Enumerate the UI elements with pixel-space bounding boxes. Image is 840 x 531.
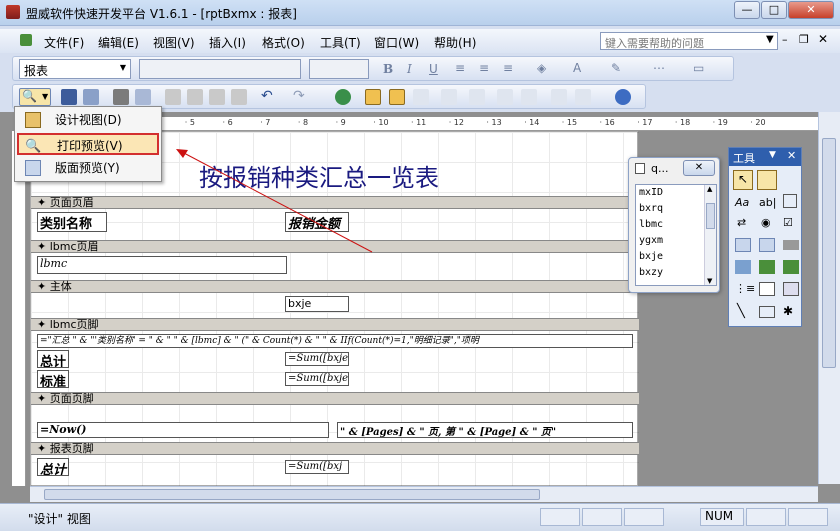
toolbox-title: 工具: [733, 152, 755, 165]
layout-preview-icon: [25, 160, 41, 176]
scroll-up-icon[interactable]: ▲: [707, 185, 712, 193]
menu-item-print-preview[interactable]: 🔍 打印预览(V): [17, 133, 159, 155]
table-icon: [635, 163, 645, 174]
close-icon[interactable]: ✕: [683, 160, 715, 176]
status-cell: [624, 508, 664, 526]
field-list-scrollbar[interactable]: ▲ ▼: [704, 185, 716, 285]
vertical-scrollbar[interactable]: [818, 112, 840, 484]
tab-control-icon[interactable]: [759, 282, 775, 296]
status-cell: [540, 508, 580, 526]
option-group-icon[interactable]: [783, 194, 797, 208]
command-button-icon[interactable]: [783, 240, 799, 250]
more-controls-icon[interactable]: ✱: [783, 304, 793, 318]
close-icon[interactable]: ✕: [787, 149, 796, 162]
toolbox-window[interactable]: 工具 ▼ ✕ ↖ Aa ab| ⇄ ◉ ☑ ⋮≡ ╲ ✱: [728, 147, 802, 327]
option-button-icon[interactable]: ◉: [761, 216, 771, 229]
rectangle-tool-icon[interactable]: [759, 306, 775, 318]
subreport-icon[interactable]: [783, 282, 799, 296]
status-cell: [788, 508, 828, 526]
checkbox-icon[interactable]: ☑: [783, 216, 793, 229]
unbound-frame-icon[interactable]: [759, 260, 775, 274]
line-tool-icon[interactable]: ╲: [737, 304, 745, 319]
chevron-down-icon[interactable]: ▼: [769, 150, 776, 160]
field-list-box: mxID bxrq lbmc ygxm bxje bxzy ▲ ▼: [635, 184, 717, 286]
select-objects-icon[interactable]: ↖: [733, 170, 753, 190]
status-cell: [746, 508, 786, 526]
print-preview-icon: 🔍: [25, 139, 42, 154]
menu-item-label: 版面预览(Y): [55, 161, 120, 175]
design-view-icon: [25, 112, 41, 128]
list-box-icon[interactable]: [759, 238, 775, 252]
menu-item-label: 设计视图(D): [55, 113, 122, 127]
status-bar: "设计" 视图 NUM: [0, 503, 840, 531]
status-view-label: "设计" 视图: [28, 512, 91, 526]
menu-item-label: 打印预览(V): [57, 139, 123, 153]
textbox-tool-icon[interactable]: ab|: [759, 196, 776, 209]
menu-item-layout-preview[interactable]: 版面预览(Y): [17, 157, 159, 179]
toolbox-titlebar[interactable]: 工具 ▼ ✕: [729, 148, 801, 166]
bound-frame-icon[interactable]: [783, 260, 799, 274]
scroll-thumb[interactable]: [706, 203, 715, 229]
arrow-pointer-icon: ↖: [738, 172, 749, 186]
scroll-down-icon[interactable]: ▼: [707, 277, 712, 285]
field-list-window[interactable]: q... ✕ mxID bxrq lbmc ygxm bxje bxzy ▲ ▼: [628, 157, 720, 293]
combo-box-icon[interactable]: [735, 238, 751, 252]
control-wizards-icon[interactable]: [757, 170, 777, 190]
scroll-thumb[interactable]: [44, 489, 540, 500]
horizontal-scrollbar[interactable]: [30, 486, 818, 502]
menu-item-design-view[interactable]: 设计视图(D): [17, 109, 159, 131]
toggle-button-icon[interactable]: ⇄: [737, 216, 746, 229]
page-break-icon[interactable]: ⋮≡: [735, 282, 755, 295]
status-cell: [582, 508, 622, 526]
label-tool-icon[interactable]: Aa: [735, 196, 749, 209]
status-num: NUM: [700, 508, 744, 526]
field-list-title: q...: [651, 162, 669, 175]
view-dropdown-menu: 设计视图(D) 🔍 打印预览(V) 版面预览(Y): [14, 106, 162, 182]
scroll-thumb[interactable]: [822, 138, 836, 368]
image-icon[interactable]: [735, 260, 751, 274]
